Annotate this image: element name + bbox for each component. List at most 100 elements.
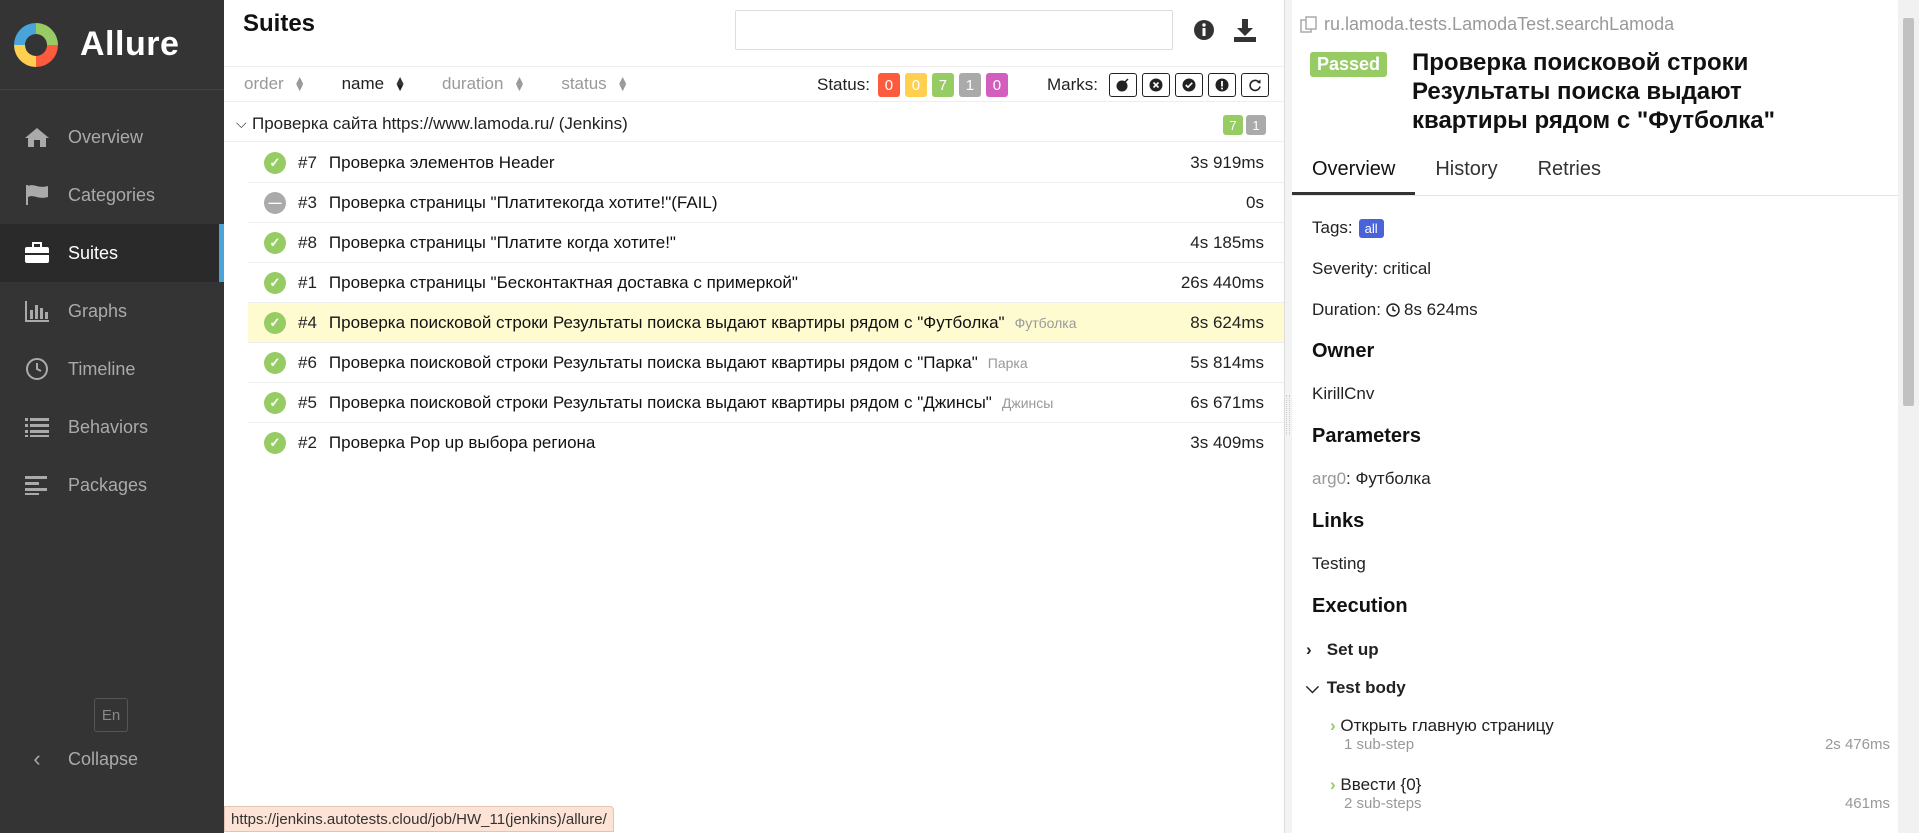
sort-toolbar: order ▲ ▼ name ▲ ▼ duration ▲ ▼ status ▲ ▼ S… [224,66,1284,102]
test-number: #5 [298,392,317,412]
marks-filter-label: Marks: [1047,75,1098,94]
test-row[interactable]: ✓ #2 Проверка Pop up выбора региона 3s 4… [248,423,1284,463]
test-name: Проверка страницы "Бесконтактная доставк… [328,272,798,292]
flag-icon [22,182,52,208]
test-row[interactable]: ✓ #7 Проверка элементов Header 3s 919ms [248,143,1284,183]
sidebar-item-label: Graphs [68,300,128,321]
sort-status-label: status [561,74,607,93]
step-row[interactable]: › Ввести {0} 2 sub-steps 461ms [1330,775,1890,812]
check-circle-icon: ✓ [264,271,286,294]
collapse-button[interactable]: ‹ Collapse [22,746,138,772]
status-badge: Passed [1310,52,1388,77]
status-badge-skipped[interactable]: 1 [958,73,981,97]
chevron-down-icon: ⌵ [1306,678,1319,697]
test-duration: 5s 814ms [1190,352,1264,372]
sort-arrows-icon: ▲ ▼ [513,73,526,94]
sidebar-item-label: Suites [68,242,119,263]
home-icon [22,124,52,150]
test-number: #1 [298,272,317,292]
test-duration: 3s 919ms [1190,152,1264,172]
sidebar-item-label: Timeline [68,358,136,379]
check-circle-icon[interactable] [1175,73,1203,97]
sidebar-item-behaviors[interactable]: Behaviors [0,398,224,456]
search-input[interactable] [735,10,1173,50]
page-title: Suites [243,10,316,37]
duration-row: Duration: 8s 624ms [1312,300,1478,320]
scrollbar-thumb[interactable] [1903,18,1914,406]
sort-order[interactable]: order ▲ ▼ [244,74,306,94]
detail-scrollbar[interactable] [1898,0,1919,833]
test-row[interactable]: — #3 Проверка страницы "Платитекогда хот… [248,183,1284,223]
tab-history[interactable]: History [1415,152,1517,195]
test-row-selected[interactable]: ✓ #4 Проверка поисковой строки Результат… [248,303,1284,343]
sidebar-item-categories[interactable]: Categories [0,166,224,224]
info-icon[interactable] [1193,19,1215,41]
sort-arrows-icon: ▲ ▼ [616,73,629,94]
test-duration: 0s [1246,192,1264,212]
collapse-label: Collapse [68,748,139,769]
copy-icon[interactable] [1300,15,1318,34]
test-name: Проверка поисковой строки Результаты пои… [328,352,978,372]
download-icon[interactable] [1232,17,1258,43]
step-duration: 461ms [1844,795,1890,812]
check-circle-icon: ✓ [264,231,286,254]
resize-handle[interactable] [1286,395,1290,435]
sidebar-item-graphs[interactable]: Graphs [0,282,224,340]
check-circle-icon: ✓ [264,311,286,334]
tag-chip[interactable]: all [1358,219,1384,238]
bomb-icon[interactable] [1109,73,1137,97]
test-name: Проверка поисковой строки Результаты пои… [328,392,992,412]
status-filter: Status: 0 0 7 1 0 [817,67,1013,103]
suite-group-row[interactable]: ⌵ Проверка сайта https://www.lamoda.ru/ … [224,106,1284,142]
tab-retries[interactable]: Retries [1518,152,1621,195]
link-testing[interactable]: Testing [1312,554,1366,574]
test-row[interactable]: ✓ #1 Проверка страницы "Бесконтактная до… [248,263,1284,303]
status-badge-broken[interactable]: 0 [904,73,927,97]
sidebar-item-overview[interactable]: Overview [0,108,224,166]
severity-row: Severity: critical [1312,259,1431,279]
test-duration: 6s 671ms [1190,392,1264,412]
test-number: #4 [298,312,317,332]
step-row[interactable]: › Открыть главную страницу 1 sub-step 2s… [1330,716,1890,753]
chevron-right-icon: › [1330,775,1336,794]
setup-toggle[interactable]: › Set up [1306,640,1896,660]
close-circle-icon[interactable] [1142,73,1170,97]
sidebar-item-label: Categories [68,184,156,205]
check-circle-icon: ✓ [264,432,286,454]
sidebar-item-packages[interactable]: Packages [0,456,224,514]
status-filter-label: Status: [817,75,870,94]
test-body-label: Test body [1326,678,1406,697]
test-row[interactable]: ✓ #5 Проверка поисковой строки Результат… [248,383,1284,423]
status-badge-failed[interactable]: 0 [877,73,900,97]
owner-heading: Owner [1312,340,1375,362]
parameter-value: Футболка [1355,469,1431,488]
brand[interactable]: Allure [0,0,224,90]
status-badge-unknown[interactable]: 0 [985,73,1008,97]
parameter-name: arg0 [1312,469,1347,488]
sort-order-label: order [244,74,284,93]
test-row[interactable]: ✓ #6 Проверка поисковой строки Результат… [248,343,1284,383]
test-body-toggle[interactable]: ⌵ Test body [1306,678,1896,698]
test-number: #7 [298,152,317,172]
language-switch[interactable]: En [94,698,128,732]
allure-logo-icon [14,22,58,67]
tab-overview[interactable]: Overview [1292,152,1416,195]
sidebar-item-timeline[interactable]: Timeline [0,340,224,398]
owner-value: KirillCnv [1312,384,1375,403]
severity-label: Severity: [1312,259,1379,278]
test-row[interactable]: ✓ #8 Проверка страницы "Платите когда хо… [248,223,1284,263]
clock-icon [22,356,52,382]
exclamation-circle-icon[interactable] [1208,73,1236,97]
align-left-icon [22,472,52,498]
status-badge-passed[interactable]: 7 [931,73,954,97]
sort-arrows-icon: ▲ ▼ [293,73,306,94]
test-full-name[interactable]: ru.lamoda.tests.LamodaTest.searchLamoda [1300,14,1674,35]
step-name: Открыть главную страницу [1340,716,1554,735]
sidebar-item-suites[interactable]: Suites [0,224,224,282]
test-title: Проверка поисковой строки Результаты пои… [1412,49,1775,134]
group-passed-count: 7 [1223,115,1243,135]
sort-status[interactable]: status ▲ ▼ [561,74,628,94]
refresh-icon[interactable] [1241,73,1269,97]
sort-duration[interactable]: duration ▲ ▼ [442,74,525,94]
sort-name[interactable]: name ▲ ▼ [342,74,406,94]
